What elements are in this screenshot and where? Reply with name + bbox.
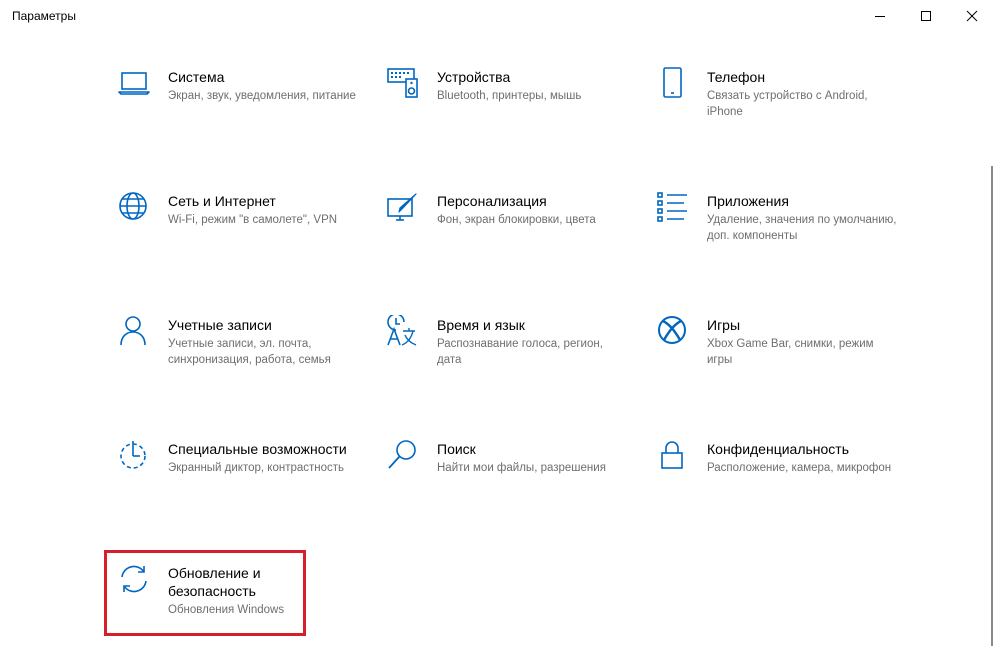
window-title: Параметры [12, 9, 76, 23]
tile-description: Экранный диктор, контрастность [168, 462, 345, 474]
tile-description: Распознавание голоса, регион, дата [437, 338, 603, 366]
tile-network[interactable]: Сеть и Интернет Wi-Fi, режим "в самолете… [118, 191, 363, 299]
tile-name: Конфиденциальность [707, 441, 850, 457]
tile-description: Расположение, камера, микрофон [707, 462, 892, 474]
tile-description: Учетные записи, эл. почта, синхронизация… [168, 338, 331, 366]
apps-list-icon [657, 191, 689, 223]
tile-name: Сеть и Интернет [168, 193, 276, 209]
tile-search[interactable]: Поиск Найти мои файлы, разрешения [387, 439, 632, 547]
settings-window: Параметры Система Экран, звук, уведомлен… [0, 0, 995, 671]
lock-icon [657, 439, 689, 471]
highlight-frame [104, 550, 306, 636]
tile-privacy[interactable]: Конфиденциальность Расположение, камера,… [657, 439, 902, 547]
tile-name: Игры [707, 317, 741, 333]
personalization-icon [387, 191, 419, 223]
tile-gaming[interactable]: Игры Xbox Game Bar, снимки, режим игры [657, 315, 902, 423]
accessibility-icon [118, 439, 150, 471]
globe-icon [118, 191, 150, 223]
tile-name: Приложения [707, 193, 789, 209]
tile-name: Время и язык [437, 317, 525, 333]
devices-icon [387, 67, 419, 99]
tile-description: Удаление, значения по умолчанию, доп. ко… [707, 214, 897, 242]
tile-name: Учетные записи [168, 317, 272, 333]
tile-name: Телефон [707, 69, 766, 85]
tile-description: Экран, звук, уведомления, питание [168, 90, 356, 102]
tile-description: Xbox Game Bar, снимки, режим игры [707, 338, 874, 366]
time-language-icon [387, 315, 419, 347]
laptop-icon [118, 67, 150, 99]
tile-accessibility[interactable]: Специальные возможности Экранный диктор,… [118, 439, 363, 547]
scrollbar[interactable] [991, 166, 993, 646]
close-button[interactable] [949, 0, 995, 32]
tile-name: Персонализация [437, 193, 547, 209]
maximize-button[interactable] [903, 0, 949, 32]
tile-system[interactable]: Система Экран, звук, уведомления, питани… [118, 67, 363, 175]
person-icon [118, 315, 150, 347]
xbox-icon [657, 315, 689, 347]
tile-devices[interactable]: Устройства Bluetooth, принтеры, мышь [387, 67, 632, 175]
tile-name: Система [168, 69, 225, 85]
close-icon [966, 10, 978, 22]
minimize-icon [875, 16, 885, 17]
tile-time-language[interactable]: Время и язык Распознавание голоса, регио… [387, 315, 632, 423]
tile-personalization[interactable]: Персонализация Фон, экран блокировки, цв… [387, 191, 632, 299]
tile-description: Фон, экран блокировки, цвета [437, 214, 596, 226]
tile-description: Wi-Fi, режим "в самолете", VPN [168, 214, 338, 226]
minimize-button[interactable] [857, 0, 903, 32]
search-icon [387, 439, 419, 471]
tile-name: Специальные возможности [168, 441, 347, 457]
title-bar: Параметры [0, 0, 995, 32]
tile-description: Найти мои файлы, разрешения [437, 462, 606, 474]
tile-apps[interactable]: Приложения Удаление, значения по умолчан… [657, 191, 902, 299]
tile-description: Связать устройство с Android, iPhone [707, 90, 868, 118]
tile-accounts[interactable]: Учетные записи Учетные записи, эл. почта… [118, 315, 363, 423]
tile-name: Поиск [437, 441, 476, 457]
tile-phone[interactable]: Телефон Связать устройство с Android, iP… [657, 67, 902, 175]
tile-description: Bluetooth, принтеры, мышь [437, 90, 582, 102]
maximize-icon [921, 11, 931, 21]
phone-icon [657, 67, 689, 99]
tile-name: Устройства [437, 69, 511, 85]
